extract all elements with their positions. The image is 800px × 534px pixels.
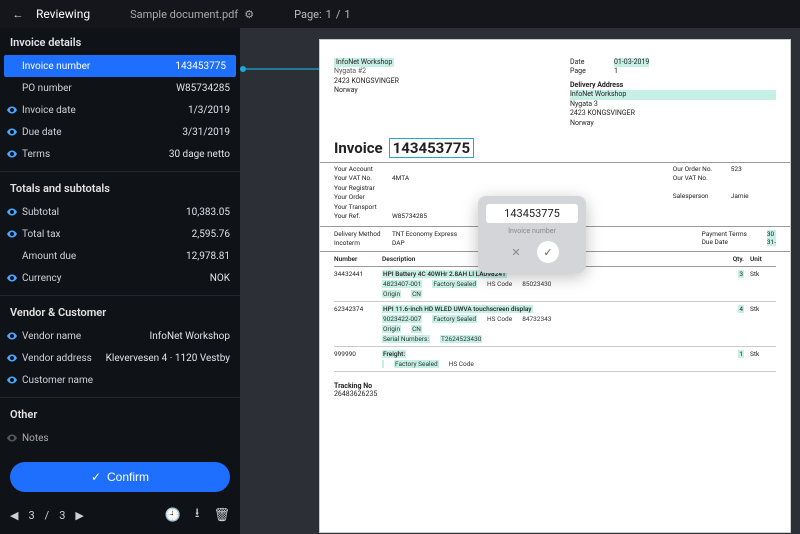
section-invoice-details: Invoice details bbox=[0, 28, 240, 55]
document-name: Sample document.pdf bbox=[130, 8, 238, 21]
field-po-number[interactable]: PO number W85734285 bbox=[0, 77, 240, 99]
check-icon: ✓ bbox=[91, 470, 101, 484]
company-country: Norway bbox=[334, 86, 540, 95]
eye-icon[interactable] bbox=[6, 352, 18, 364]
document-viewer[interactable]: InfoNet Workshop Nygata #2 2423 KONGSVIN… bbox=[240, 28, 800, 534]
document-page: InfoNet Workshop Nygata #2 2423 KONGSVIN… bbox=[320, 40, 790, 532]
clock-icon[interactable]: 🕘 bbox=[165, 508, 181, 523]
extraction-panel: Invoice details Invoice number 143453775… bbox=[0, 28, 240, 534]
invoice-title: Invoice bbox=[334, 139, 383, 157]
page-sep: / bbox=[336, 8, 341, 21]
back-icon[interactable]: ← bbox=[10, 8, 26, 21]
pager-prev-icon[interactable]: ◀ bbox=[10, 509, 18, 522]
document-pager: ◀ 3 / 3 ▶ 🕘 ⭳ 🗑 bbox=[0, 498, 240, 534]
eye-icon[interactable] bbox=[6, 206, 18, 218]
eye-icon[interactable] bbox=[6, 272, 18, 284]
popover-cancel-button[interactable]: ✕ bbox=[505, 241, 527, 263]
field-customer-name[interactable]: Customer name bbox=[0, 369, 240, 391]
eye-icon[interactable] bbox=[6, 374, 18, 386]
company-name: InfoNet Workshop bbox=[334, 58, 394, 67]
field-vendor-address[interactable]: Vendor address Klevervesen 4 · 1120 Vest… bbox=[0, 347, 240, 369]
field-notes[interactable]: Notes bbox=[0, 427, 240, 449]
topbar: ← Reviewing Sample document.pdf ⚙ Page: … bbox=[0, 0, 800, 28]
eye-icon[interactable] bbox=[6, 432, 18, 444]
section-totals: Totals and subtotals bbox=[0, 174, 240, 201]
field-currency[interactable]: Currency NOK bbox=[0, 267, 240, 289]
table-row: 999990Freight:Factory SealedHS Code1Stk bbox=[334, 347, 776, 372]
eye-icon[interactable] bbox=[6, 104, 18, 116]
section-vendor-customer: Vendor & Customer bbox=[0, 298, 240, 325]
eye-icon[interactable] bbox=[6, 228, 18, 240]
page-total: 1 bbox=[344, 8, 350, 21]
gear-icon[interactable]: ⚙ bbox=[244, 8, 254, 21]
page-mode-title: Reviewing bbox=[36, 7, 90, 21]
eye-icon[interactable] bbox=[6, 126, 18, 138]
field-popover: 143453775 Invoice number ✕ ✓ bbox=[478, 196, 586, 273]
eye-icon[interactable] bbox=[6, 148, 18, 160]
field-invoice-date[interactable]: Invoice date 1/3/2019 bbox=[0, 99, 240, 121]
pager-sep: / bbox=[45, 509, 50, 522]
page-label: Page: bbox=[294, 8, 322, 21]
popover-confirm-button[interactable]: ✓ bbox=[537, 241, 559, 263]
pager-total: 3 bbox=[59, 509, 65, 522]
section-other: Other bbox=[0, 400, 240, 427]
field-invoice-number[interactable]: Invoice number 143453775 bbox=[4, 55, 236, 77]
pager-next-icon[interactable]: ▶ bbox=[75, 509, 83, 522]
popover-value[interactable]: 143453775 bbox=[486, 204, 578, 223]
confirm-button[interactable]: ✓ Confirm bbox=[10, 462, 230, 492]
pager-current: 3 bbox=[28, 509, 34, 522]
table-row: 62342374HPI 11.6-inch HD WLED UWVA touch… bbox=[334, 302, 776, 347]
invoice-number-highlight[interactable]: 143453775 bbox=[389, 138, 474, 158]
download-icon[interactable]: ⭳ bbox=[195, 504, 200, 526]
inv-date: 01-03-2019 bbox=[614, 58, 649, 67]
field-terms[interactable]: Terms 30 dage netto bbox=[0, 143, 240, 165]
field-vendor-name[interactable]: Vendor name InfoNet Workshop bbox=[0, 325, 240, 347]
page-current: 1 bbox=[326, 8, 332, 21]
popover-label: Invoice number bbox=[486, 227, 578, 235]
company-city: 2423 KONGSVINGER bbox=[334, 77, 540, 86]
eye-icon[interactable] bbox=[6, 330, 18, 342]
confirm-label: Confirm bbox=[107, 470, 149, 484]
trash-icon[interactable]: 🗑 bbox=[213, 508, 230, 523]
field-total-tax[interactable]: Total tax 2,595.76 bbox=[0, 223, 240, 245]
main: Invoice details Invoice number 143453775… bbox=[0, 28, 800, 534]
field-subtotal[interactable]: Subtotal 10,383.05 bbox=[0, 201, 240, 223]
field-due-date[interactable]: Due date 3/31/2019 bbox=[0, 121, 240, 143]
field-amount-due[interactable]: Amount due 12,978.81 bbox=[0, 245, 240, 267]
